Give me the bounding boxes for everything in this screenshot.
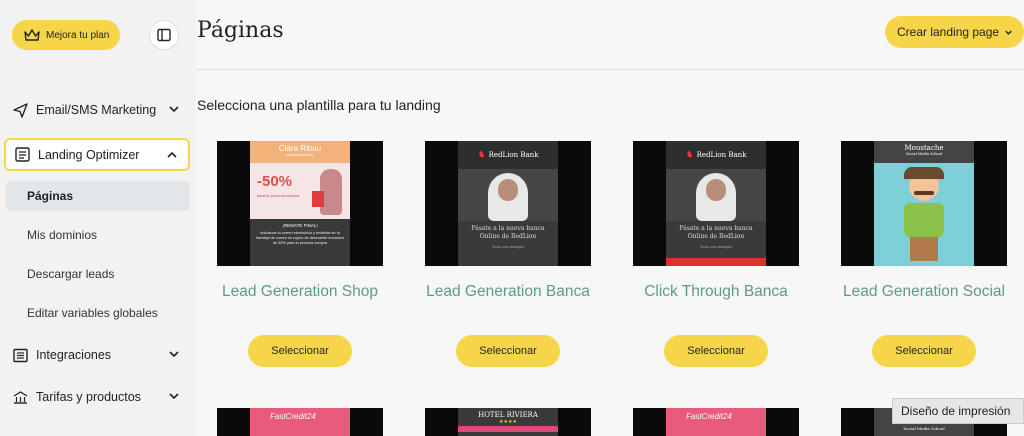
tooltip: Diseño de impresión	[892, 398, 1024, 424]
template-name: Lead Generation Banca	[426, 283, 590, 300]
sidebar: Mejora tu plan Email/SMS Marketing Landi…	[0, 0, 196, 436]
select-template-button[interactable]: Seleccionar	[456, 335, 560, 367]
template-thumbnail-hotel[interactable]: HOTEL RIVIERA ★★★★	[425, 408, 591, 436]
upgrade-plan-button[interactable]: Mejora tu plan	[12, 20, 120, 50]
shopping-bag-icon	[312, 191, 324, 207]
thumb-brand: RedLion Bank	[488, 151, 539, 159]
thumb-small: Todo son ventajas	[700, 245, 732, 249]
thumb-brand: FastCredit24	[270, 412, 316, 421]
thumb-brand: Moustache	[904, 144, 944, 152]
character-legs	[910, 237, 938, 261]
page-title: Páginas	[197, 18, 284, 43]
send-icon	[12, 102, 28, 118]
thumb-text: Pásate a la nueva banca Online de RedLio…	[471, 225, 545, 240]
sidebar-subitem-label: Descargar leads	[27, 267, 115, 281]
template-thumbnail-fastcredit[interactable]: FastCredit24	[633, 408, 799, 436]
thumb-banner: ¡REMATE FINAL!	[282, 223, 318, 228]
select-template-button[interactable]: Seleccionar	[664, 335, 768, 367]
lion-logo-icon: ♞	[477, 150, 486, 160]
thumb-small: Todo son ventajas	[492, 245, 524, 249]
sidebar-subitem-label: Editar variables globales	[27, 306, 158, 320]
chevron-up-icon	[167, 151, 177, 158]
thumb-brand: FastCredit24	[686, 412, 732, 421]
person-face	[706, 179, 726, 201]
chevron-down-icon	[1005, 30, 1012, 35]
template-thumbnail-fastcredit[interactable]: FastCredit24	[217, 408, 383, 436]
template-thumbnail-social[interactable]: Moustache Social Media School	[841, 141, 1007, 266]
template-thumbnail-banca[interactable]: ♞ RedLion Bank Pásate a la nueva banca O…	[425, 141, 591, 266]
person-face	[498, 179, 518, 201]
thumb-text: Pásate a la nueva banca Online de RedLio…	[679, 225, 753, 240]
landing-icon	[14, 147, 30, 163]
sidebar-item-tarifas-productos[interactable]: Tarifas y productos	[4, 381, 190, 413]
thumb-stars: ★★★★	[499, 419, 517, 425]
sidebar-item-integraciones[interactable]: Integraciones	[4, 339, 190, 371]
thumb-cta-bar	[666, 258, 766, 266]
thumb-brand: Clara Ribau	[278, 144, 322, 153]
upgrade-plan-label: Mejora tu plan	[46, 29, 110, 41]
character-hair	[904, 167, 944, 179]
thumb-brand: HOTEL RIVIERA	[478, 411, 538, 419]
select-template-button[interactable]: Seleccionar	[872, 335, 976, 367]
thumb-brand: RedLion Bank	[696, 151, 747, 159]
thumb-body: Indícanos tu correo electrónico y recibi…	[256, 231, 344, 245]
thumb-sub: Social Media School	[903, 426, 945, 431]
sidebar-item-label: Integraciones	[36, 348, 112, 362]
sidebar-item-label: Tarifas y productos	[36, 390, 141, 404]
template-name: Lead Generation Shop	[222, 283, 378, 300]
create-landing-page-label: Crear landing page	[897, 25, 1000, 39]
sidebar-subitem-label: Mis dominios	[27, 228, 98, 242]
thumb-banner	[458, 426, 558, 432]
sidebar-subitem-label: Páginas	[27, 189, 74, 203]
template-thumbnail-click-through[interactable]: ♞ RedLion Bank Pásate a la nueva banca O…	[633, 141, 799, 266]
sidebar-item-label: Email/SMS Marketing	[36, 103, 157, 117]
sidebar-item-label: Landing Optimizer	[38, 147, 140, 162]
chevron-down-icon	[169, 106, 179, 113]
thumb-discount-note: para tu próxima compra	[257, 193, 300, 198]
scale-icon	[12, 389, 28, 405]
sidebar-item-email-sms-marketing[interactable]: Email/SMS Marketing	[4, 94, 190, 126]
chevron-down-icon	[169, 393, 179, 400]
create-landing-page-button[interactable]: Crear landing page	[885, 16, 1024, 48]
crown-icon	[24, 29, 40, 41]
sidebar-toggle-icon	[157, 28, 171, 42]
sidebar-subitem-descargar-leads[interactable]: Descargar leads	[6, 259, 190, 289]
thumb-sub: Social Media School	[905, 152, 943, 156]
character-body	[904, 203, 944, 237]
template-thumbnail-shop[interactable]: Clara Ribau HOMEWEAR SHELL -50% para tu …	[217, 141, 383, 266]
sidebar-item-landing-optimizer[interactable]: Landing Optimizer	[4, 138, 190, 171]
thumb-sub: HOMEWEAR SHELL	[285, 153, 315, 157]
thumb-discount: -50%	[257, 173, 293, 190]
template-name: Lead Generation Social	[842, 283, 1005, 300]
collapse-sidebar-button[interactable]	[149, 20, 179, 50]
chevron-down-icon	[169, 351, 179, 358]
section-title: Selecciona una plantilla para tu landing	[197, 97, 441, 113]
select-template-button[interactable]: Seleccionar	[248, 335, 352, 367]
header-divider	[196, 69, 1024, 70]
template-name: Click Through Banca	[644, 283, 788, 300]
list-icon	[12, 347, 28, 363]
sidebar-subitem-editar-variables[interactable]: Editar variables globales	[6, 298, 190, 328]
moustache-icon	[914, 191, 934, 195]
lion-logo-icon: ♞	[685, 150, 694, 160]
sidebar-subitem-mis-dominios[interactable]: Mis dominios	[6, 220, 190, 250]
sidebar-subitem-paginas[interactable]: Páginas	[6, 181, 190, 211]
